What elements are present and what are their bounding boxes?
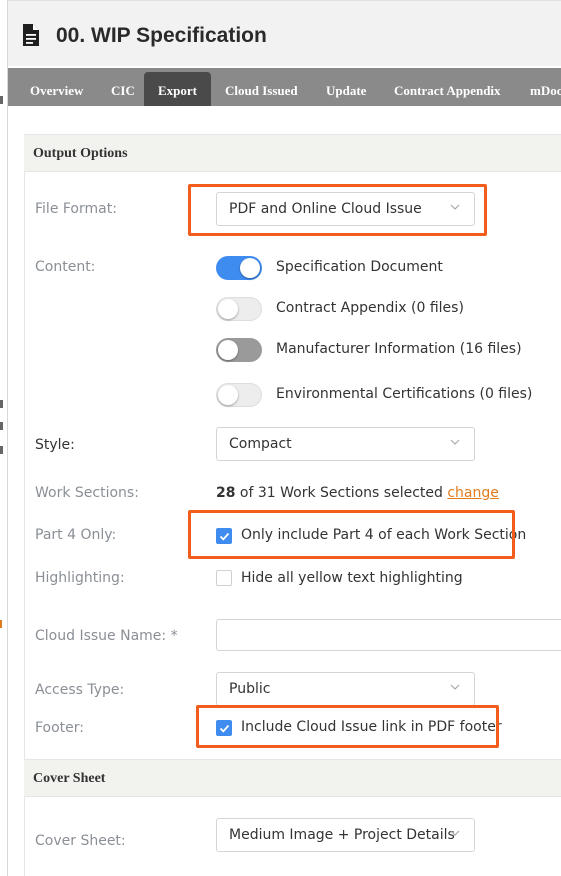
- environmental-certifications-label: Environmental Certifications (0 files): [276, 386, 533, 402]
- edge-mark: [0, 422, 3, 430]
- style-select[interactable]: Compact: [216, 427, 475, 461]
- style-label: Style:: [35, 437, 75, 453]
- access-type-value: Public: [229, 681, 271, 697]
- chevron-down-icon: [450, 439, 460, 445]
- contract-appendix-toggle[interactable]: [216, 297, 262, 321]
- edge-mark: [0, 446, 3, 454]
- section-title: Cover Sheet: [33, 771, 106, 786]
- tab-cloud-issued[interactable]: Cloud Issued: [225, 68, 298, 106]
- file-format-select[interactable]: PDF and Online Cloud Issue: [216, 192, 475, 226]
- output-options-header: Output Options: [24, 134, 561, 172]
- change-work-sections-link[interactable]: change: [447, 485, 499, 501]
- checkmark-icon: [219, 724, 230, 733]
- title-bar: 00. WIP Specification: [8, 0, 561, 66]
- manufacturer-information-toggle[interactable]: [216, 338, 262, 362]
- content-label: Content:: [35, 259, 96, 275]
- access-type-select[interactable]: Public: [216, 672, 475, 706]
- cover-sheet-header: Cover Sheet: [24, 759, 561, 797]
- highlighting-label: Highlighting:: [35, 570, 125, 586]
- contract-appendix-label: Contract Appendix (0 files): [276, 300, 464, 316]
- work-sections-label: Work Sections:: [35, 485, 139, 501]
- footer-checkbox[interactable]: [216, 720, 232, 736]
- toggle-knob: [218, 385, 238, 405]
- part4-only-label: Part 4 Only:: [35, 527, 117, 543]
- work-sections-summary: 28 of 31 Work Sections selected change: [216, 485, 499, 501]
- page-title: 00. WIP Specification: [56, 24, 267, 47]
- part4-only-text: Only include Part 4 of each Work Section: [241, 527, 527, 543]
- toggle-knob: [240, 258, 260, 278]
- tab-mdoc[interactable]: mDoc: [530, 68, 561, 106]
- cloud-issue-name-label: Cloud Issue Name: *: [35, 628, 178, 644]
- highlighting-checkbox[interactable]: [216, 570, 232, 586]
- work-sections-summary-text: of 31 Work Sections selected: [235, 485, 448, 501]
- footer-text: Include Cloud Issue link in PDF footer: [241, 719, 502, 735]
- tab-contract-appendix[interactable]: Contract Appendix: [394, 68, 501, 106]
- chevron-down-icon: [450, 830, 460, 836]
- left-window-edge: [0, 0, 8, 876]
- tab-update[interactable]: Update: [326, 68, 366, 106]
- tab-bar: Overview CIC Export Cloud Issued Update …: [8, 68, 561, 106]
- chevron-down-icon: [450, 684, 460, 690]
- toggle-knob: [218, 299, 238, 319]
- specification-document-label: Specification Document: [276, 259, 443, 275]
- style-value: Compact: [229, 436, 292, 452]
- toggle-knob: [218, 340, 238, 360]
- edge-mark: [0, 96, 3, 104]
- checkmark-icon: [219, 532, 230, 541]
- cloud-issue-name-input[interactable]: [216, 619, 561, 651]
- file-format-label: File Format:: [35, 201, 117, 217]
- document-icon: [23, 24, 39, 46]
- cover-sheet-value: Medium Image + Project Details: [229, 827, 455, 843]
- tab-export[interactable]: Export: [144, 72, 211, 106]
- access-type-label: Access Type:: [35, 682, 125, 698]
- file-format-value: PDF and Online Cloud Issue: [229, 201, 422, 217]
- part4-only-checkbox[interactable]: [216, 528, 232, 544]
- section-title: Output Options: [33, 146, 128, 161]
- tab-cic[interactable]: CIC: [111, 68, 135, 106]
- tab-overview[interactable]: Overview: [30, 68, 83, 106]
- edge-mark: [0, 400, 3, 408]
- highlighting-text: Hide all yellow text highlighting: [241, 570, 463, 586]
- edge-mark: [0, 620, 2, 628]
- environmental-certifications-toggle[interactable]: [216, 383, 262, 407]
- footer-label: Footer:: [35, 720, 85, 736]
- cover-sheet-select[interactable]: Medium Image + Project Details: [216, 818, 475, 852]
- cover-sheet-label: Cover Sheet:: [35, 833, 126, 849]
- manufacturer-information-label: Manufacturer Information (16 files): [276, 341, 522, 357]
- work-sections-selected-count: 28: [216, 485, 236, 501]
- chevron-down-icon: [450, 204, 460, 210]
- specification-document-toggle[interactable]: [216, 256, 262, 280]
